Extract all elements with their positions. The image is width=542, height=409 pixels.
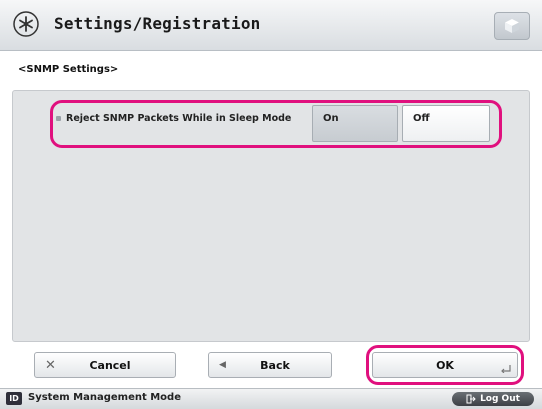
logout-button[interactable]: Log Out bbox=[452, 392, 534, 406]
option-on-button[interactable]: On bbox=[312, 105, 398, 142]
status-mode-text: System Management Mode bbox=[28, 392, 181, 403]
header-menu-button[interactable] bbox=[494, 12, 530, 40]
option-off-button[interactable]: Off bbox=[402, 105, 490, 142]
ok-button[interactable]: OK bbox=[372, 352, 518, 378]
cancel-button[interactable]: ✕ Cancel bbox=[34, 352, 176, 378]
back-label: Back bbox=[260, 358, 290, 372]
id-badge-icon: ID bbox=[6, 392, 22, 405]
settings-gear-icon bbox=[12, 10, 40, 38]
ok-label: OK bbox=[436, 358, 454, 372]
back-button[interactable]: ◀ Back bbox=[208, 352, 332, 378]
page-title: Settings/Registration bbox=[54, 14, 261, 33]
enter-corner-icon bbox=[501, 365, 511, 373]
cube-icon bbox=[505, 19, 519, 33]
breadcrumb: <SNMP Settings> bbox=[18, 64, 119, 75]
cancel-label: Cancel bbox=[89, 358, 131, 372]
title-bar: Settings/Registration bbox=[0, 0, 542, 51]
status-bar: ID System Management Mode Log Out bbox=[0, 388, 542, 409]
bullet-icon bbox=[56, 116, 61, 121]
logout-icon bbox=[466, 394, 476, 404]
logout-label: Log Out bbox=[480, 394, 520, 404]
setting-label: Reject SNMP Packets While in Sleep Mode bbox=[66, 113, 292, 124]
